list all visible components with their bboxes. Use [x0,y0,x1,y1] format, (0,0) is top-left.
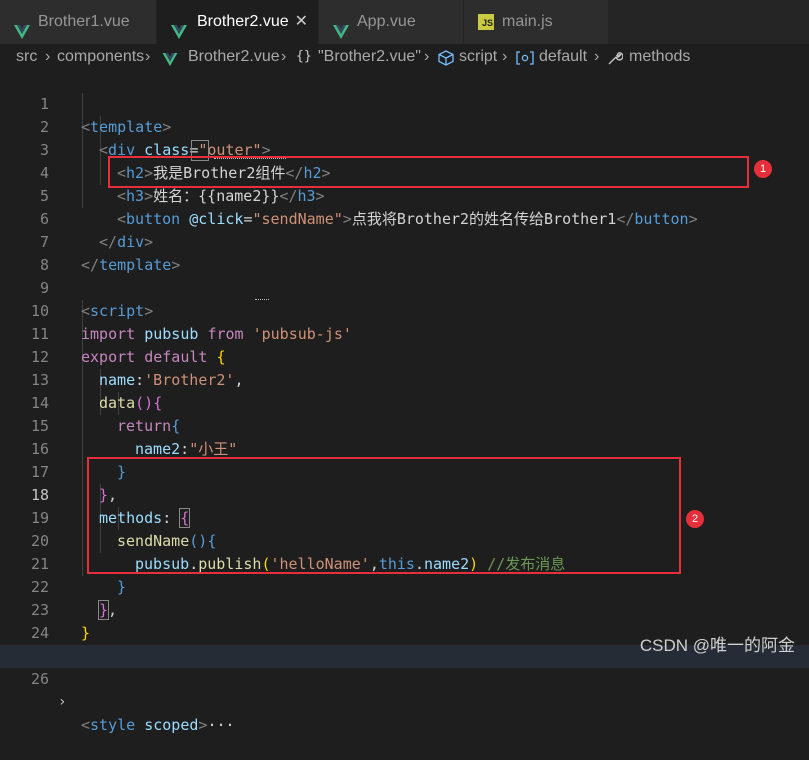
tab-main-js[interactable]: JS main.js [464,0,609,44]
code-line: 1 <template> [39,95,172,136]
code-line: 3 <h2>我是Brother2组件</h2> [39,141,331,182]
code-editor[interactable]: 1 <template> 2 <div class="outer"> 3 <h2… [0,70,809,734]
code-line: 6 </div> [39,210,154,251]
breadcrumb-item-default[interactable]: default [539,44,587,70]
annotation-badge-2: 2 [686,510,704,528]
braces-icon: {} [296,49,312,64]
cube-icon [438,49,454,66]
chevron-right-icon: › [594,48,600,65]
breadcrumb-item-components[interactable]: components [57,44,144,70]
tab-brother2-vue[interactable]: Brother2.vue ✕ [157,0,319,44]
wrench-icon [607,49,624,65]
code-line: 2 <div class="outer"> [39,118,271,159]
close-icon[interactable]: ✕ [295,0,308,44]
chevron-right-icon: › [424,48,430,65]
tab-label: Brother2.vue [197,13,289,30]
watermark: CSDN @唯一的阿金 [639,636,795,655]
tab-brother1-vue[interactable]: Brother1.vue [0,0,157,44]
chevron-right-icon: › [45,48,51,65]
vue-icon [162,50,178,67]
code-line: 9 <script> [39,279,154,320]
fold-chevron-icon[interactable]: › [58,691,66,714]
symbol-icon [516,49,534,65]
tab-label: App.vue [357,13,416,30]
annotation-badge-1: 1 [754,160,772,178]
chevron-right-icon: › [281,48,287,65]
chevron-right-icon: › [145,48,151,65]
code-line: 23 } [30,601,91,642]
code-line: 8 [39,256,49,274]
breadcrumb-item-src[interactable]: src [16,44,37,70]
breadcrumb-item-methods[interactable]: methods [629,44,690,70]
code-line: 7 </template> [39,233,181,274]
code-line: 15 name2:"小王" [30,417,238,458]
code-line: 11 export default { [30,325,226,366]
tab-label: Brother1.vue [38,13,130,30]
breadcrumb-item-module[interactable]: "Brother2.vue" [318,44,421,70]
annotation-box-1 [108,156,749,188]
code-line: 12 name:'Brother2', [30,348,244,389]
code-line: 10 import pubsub from 'pubsub-js' [30,302,352,343]
tab-bar: Brother1.vue Brother2.vue ✕ App.vue JS m… [0,0,809,44]
tab-app-vue[interactable]: App.vue [319,0,464,44]
breadcrumb-item-script[interactable]: script [459,44,497,70]
code-line: 16 } [30,440,127,481]
chevron-right-icon: › [502,48,508,65]
code-line: 14 return{ [30,394,181,435]
tab-label: main.js [502,13,553,30]
code-line: 24 </script> [30,624,162,665]
breadcrumb-item-file[interactable]: Brother2.vue [188,44,280,70]
breadcrumb: src › components › Brother2.vue › {} "Br… [0,44,809,70]
code-line: 13 data(){ [30,371,163,412]
annotation-box-2 [87,457,681,574]
js-icon: JS [478,14,494,30]
